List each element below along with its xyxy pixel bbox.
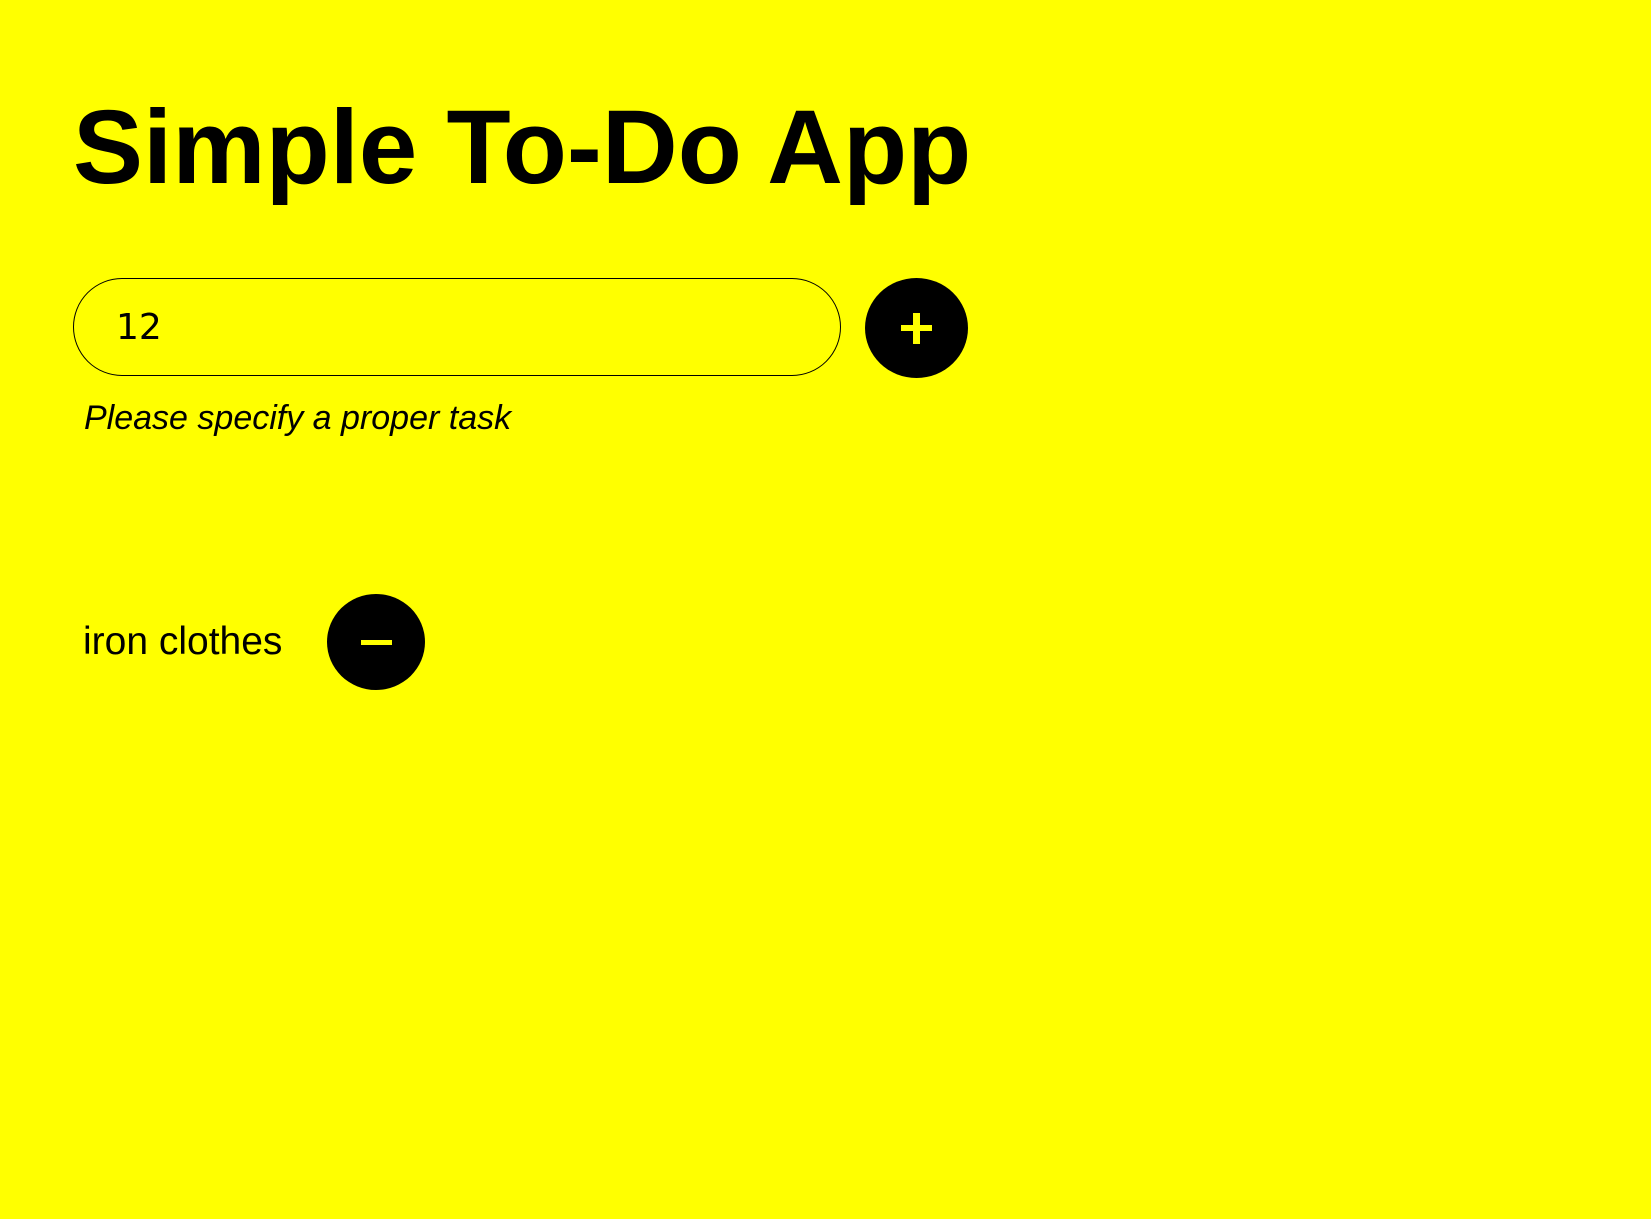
page-title: Simple To-Do App <box>73 89 972 206</box>
task-list: iron clothes <box>0 592 600 692</box>
remove-task-button[interactable] <box>327 594 425 690</box>
task-item: iron clothes <box>0 592 600 692</box>
task-input[interactable] <box>73 278 841 376</box>
todo-app: Simple To-Do App Please specify a proper… <box>0 0 1651 1219</box>
validation-error-message: Please specify a proper task <box>84 399 512 437</box>
task-label: iron clothes <box>83 620 283 663</box>
task-form <box>73 278 973 378</box>
add-task-button[interactable] <box>865 278 968 378</box>
